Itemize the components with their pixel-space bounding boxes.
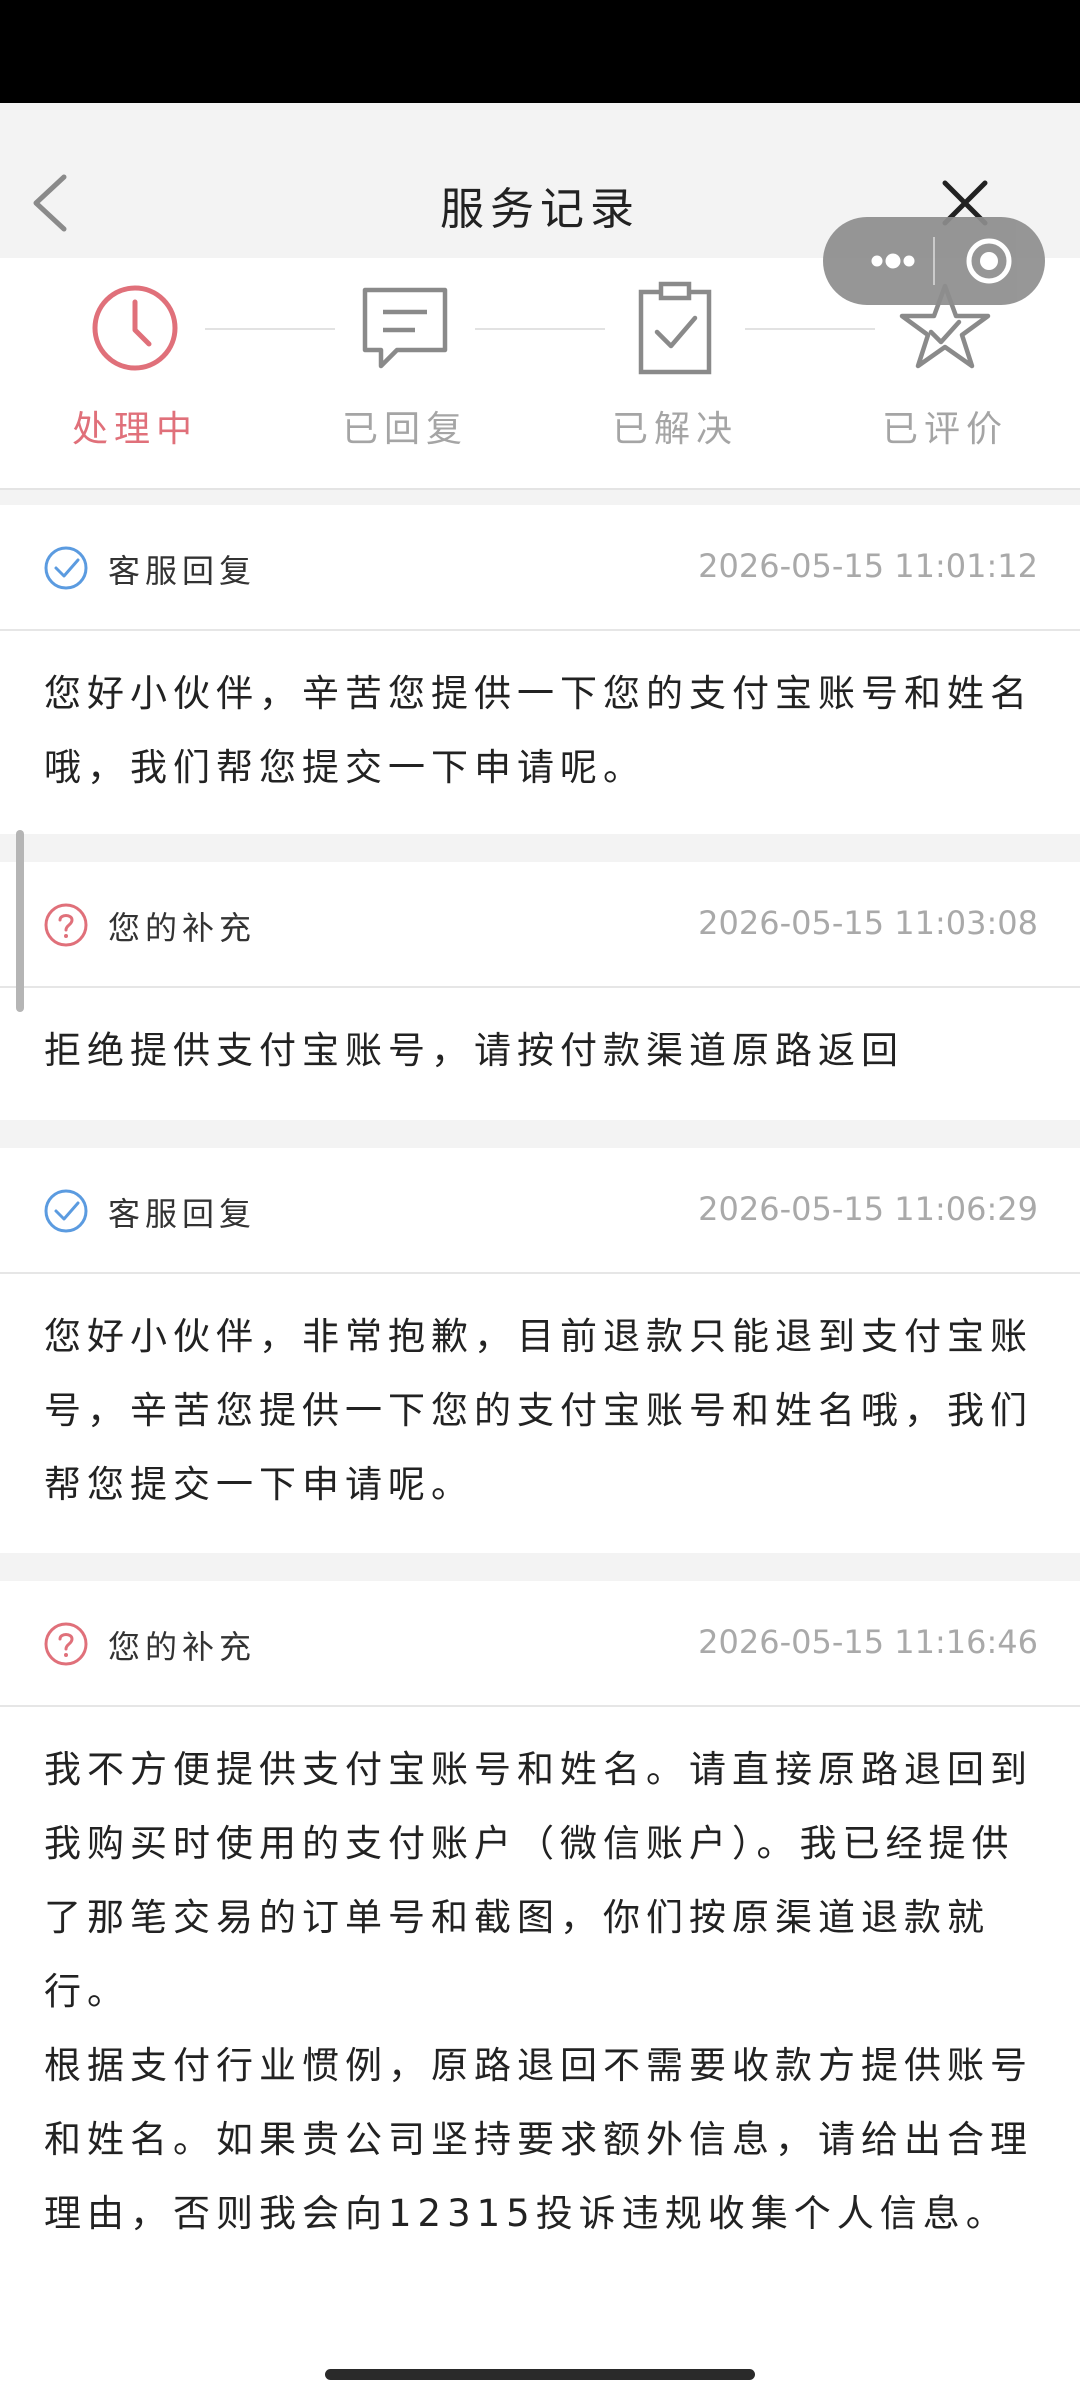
question-circle-icon <box>42 1620 90 1668</box>
step-processing: 处理中 <box>35 278 235 452</box>
message-time: 2026-05-15 11:03:08 <box>698 904 1038 942</box>
message-header: 客服回复 2026-05-15 11:01:12 <box>0 505 1080 631</box>
step-label: 已评价 <box>881 409 1008 450</box>
message-sender: 客服回复 <box>108 552 257 590</box>
message-body: 拒绝提供支付宝账号，请按付款渠道原路返回 <box>0 988 1080 1088</box>
mini-program-capsule <box>823 217 1045 305</box>
message-icon <box>305 278 505 378</box>
section-gap <box>0 1553 1080 1581</box>
message-body: 您好小伙伴，辛苦您提供一下您的支付宝账号和姓名哦，我们帮您提交一下申请呢。 <box>0 631 1080 805</box>
message-time: 2026-05-15 11:06:29 <box>698 1190 1038 1228</box>
section-gap <box>0 1120 1080 1148</box>
status-bar <box>0 0 1080 103</box>
check-circle-icon <box>42 1187 90 1235</box>
scrollbar[interactable] <box>16 830 24 1012</box>
message-card: 您的补充 2026-05-15 11:03:08 拒绝提供支付宝账号，请按付款渠… <box>0 862 1080 1120</box>
message-text: 我不方便提供支付宝账号和姓名。请直接原路退回到我购买时使用的支付账户（微信账户）… <box>44 1748 1033 2013</box>
step-label: 已回复 <box>341 409 468 450</box>
more-dots-icon[interactable] <box>851 235 935 287</box>
step-label: 处理中 <box>71 409 198 450</box>
capsule-divider <box>933 237 935 285</box>
message-body: 我不方便提供支付宝账号和姓名。请直接原路退回到我购买时使用的支付账户（微信账户）… <box>0 1707 1080 2251</box>
step-label: 已解决 <box>611 409 738 450</box>
message-body: 您好小伙伴，非常抱歉，目前退款只能退到支付宝账号，辛苦您提供一下您的支付宝账号和… <box>0 1274 1080 1522</box>
section-gap <box>0 490 1080 505</box>
message-card: 客服回复 2026-05-15 11:01:12 您好小伙伴，辛苦您提供一下您的… <box>0 505 1080 834</box>
message-text: 您好小伙伴，非常抱歉，目前退款只能退到支付宝账号，辛苦您提供一下您的支付宝账号和… <box>44 1315 1033 1506</box>
message-sender: 客服回复 <box>108 1195 257 1233</box>
check-circle-icon <box>42 544 90 592</box>
message-header: 您的补充 2026-05-15 11:03:08 <box>0 862 1080 988</box>
step-replied: 已回复 <box>305 278 505 452</box>
message-header: 您的补充 2026-05-15 11:16:46 <box>0 1581 1080 1707</box>
question-circle-icon <box>42 901 90 949</box>
step-resolved: 已解决 <box>575 278 775 452</box>
clock-icon <box>35 278 235 378</box>
message-card: 您的补充 2026-05-15 11:16:46 我不方便提供支付宝账号和姓名。… <box>0 1581 1080 2400</box>
clipboard-check-icon <box>575 278 775 378</box>
section-gap <box>0 834 1080 862</box>
message-text: 您好小伙伴，辛苦您提供一下您的支付宝账号和姓名哦，我们帮您提交一下申请呢。 <box>44 672 1033 789</box>
message-sender: 您的补充 <box>108 909 257 947</box>
message-sender: 您的补充 <box>108 1628 257 1666</box>
message-header: 客服回复 2026-05-15 11:06:29 <box>0 1148 1080 1274</box>
message-text: 根据支付行业惯例，原路退回不需要收款方提供账号和姓名。如果贵公司坚持要求额外信息… <box>44 2044 1033 2235</box>
message-card: 客服回复 2026-05-15 11:06:29 您好小伙伴，非常抱歉，目前退款… <box>0 1148 1080 1553</box>
message-text: 拒绝提供支付宝账号，请按付款渠道原路返回 <box>44 1029 904 1072</box>
home-indicator[interactable] <box>325 2369 755 2380</box>
record-target-icon[interactable] <box>963 235 1015 287</box>
message-time: 2026-05-15 11:01:12 <box>698 547 1038 585</box>
message-time: 2026-05-15 11:16:46 <box>698 1623 1038 1661</box>
